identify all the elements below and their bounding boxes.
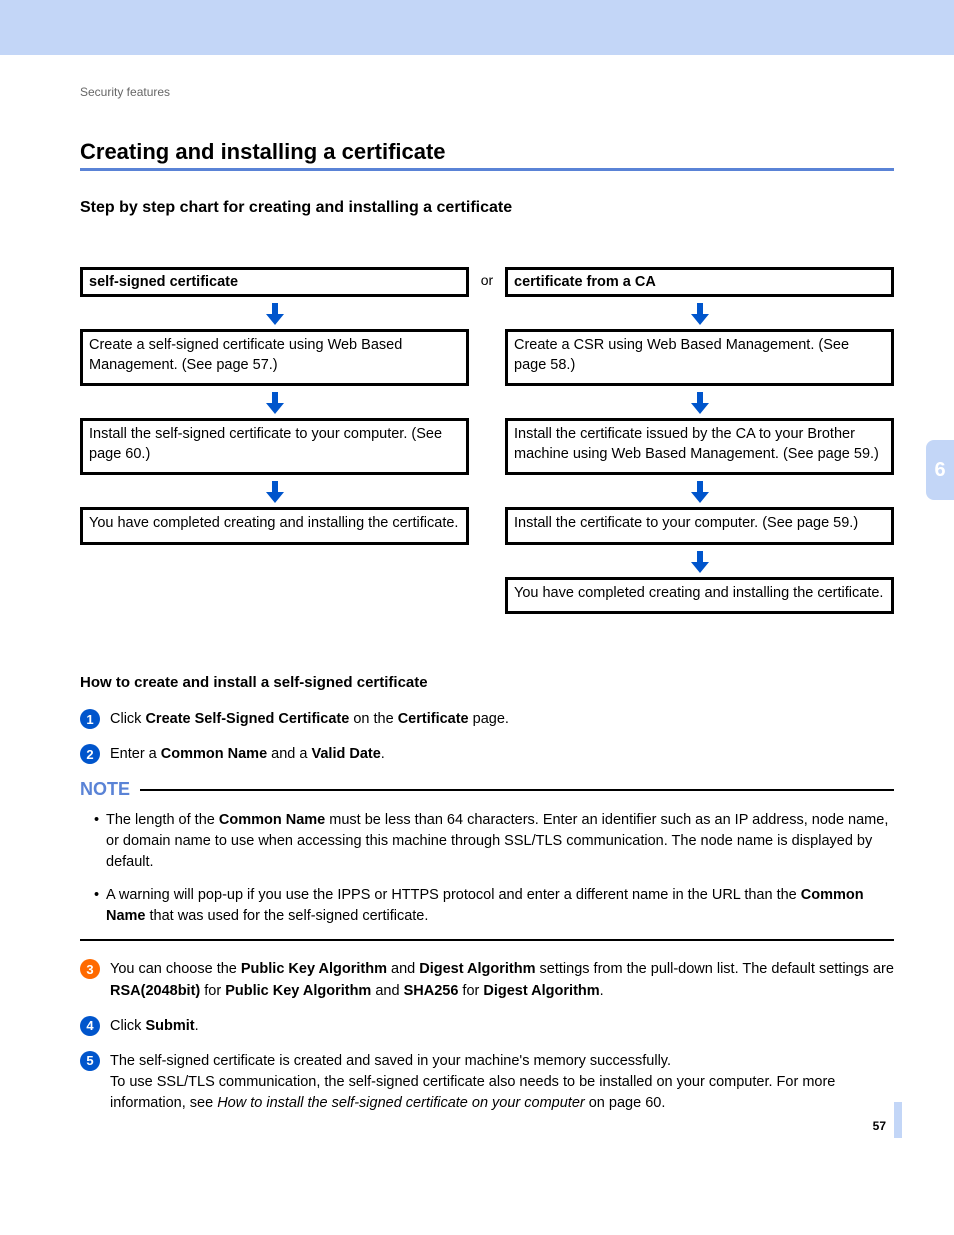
breadcrumb: Security features	[80, 85, 894, 99]
step-text: Enter a Common Name and a Valid Date.	[110, 744, 894, 765]
howto-title: How to create and install a self-signed …	[80, 674, 894, 691]
arrow-down-icon	[505, 545, 894, 577]
flowchart-left-column: self-signed certificate Create a self-si…	[80, 267, 469, 614]
flowchart-header-ca: certificate from a CA	[505, 267, 894, 297]
note-header: NOTE	[80, 779, 894, 800]
page-number: 57	[873, 1119, 886, 1133]
flowchart-step: Create a CSR using Web Based Management.…	[505, 329, 894, 386]
arrow-down-icon	[505, 386, 894, 418]
flowchart: self-signed certificate Create a self-si…	[80, 267, 894, 614]
arrow-down-icon	[505, 297, 894, 329]
flowchart-step: Create a self-signed certificate using W…	[80, 329, 469, 386]
top-banner	[0, 0, 954, 55]
note-item: The length of the Common Name must be le…	[94, 810, 894, 873]
step-3: 3 You can choose the Public Key Algorith…	[80, 959, 894, 1001]
divider	[80, 939, 894, 941]
arrow-down-icon	[505, 475, 894, 507]
chart-title: Step by step chart for creating and inst…	[80, 199, 894, 217]
flowchart-step: Install the certificate issued by the CA…	[505, 418, 894, 475]
arrow-down-icon	[80, 475, 469, 507]
step-number-icon: 4	[80, 1016, 100, 1036]
step-5: 5 The self-signed certificate is created…	[80, 1051, 894, 1114]
note-item: A warning will pop-up if you use the IPP…	[94, 885, 894, 927]
flowchart-step: You have completed creating and installi…	[80, 507, 469, 545]
step-number-icon: 5	[80, 1051, 100, 1071]
step-4: 4 Click Submit.	[80, 1016, 894, 1037]
or-separator: or	[469, 267, 505, 614]
page-footer: 57	[873, 1114, 902, 1138]
note-label: NOTE	[80, 779, 130, 800]
corner-accent	[894, 1102, 902, 1138]
note-list: The length of the Common Name must be le…	[94, 810, 894, 927]
step-number-icon: 2	[80, 744, 100, 764]
step-number-icon: 1	[80, 709, 100, 729]
step-text: The self-signed certificate is created a…	[110, 1051, 894, 1114]
step-1: 1 Click Create Self-Signed Certificate o…	[80, 709, 894, 730]
page-title: Creating and installing a certificate	[80, 139, 894, 165]
flowchart-header-self-signed: self-signed certificate	[80, 267, 469, 297]
flowchart-step: Install the certificate to your computer…	[505, 507, 894, 545]
divider	[140, 789, 894, 791]
flowchart-step: Install the self-signed certificate to y…	[80, 418, 469, 475]
step-text: Click Submit.	[110, 1016, 894, 1037]
flowchart-step: You have completed creating and installi…	[505, 577, 894, 615]
step-text: You can choose the Public Key Algorithm …	[110, 959, 894, 1001]
arrow-down-icon	[80, 386, 469, 418]
arrow-down-icon	[80, 297, 469, 329]
step-number-icon: 3	[80, 959, 100, 979]
step-text: Click Create Self-Signed Certificate on …	[110, 709, 894, 730]
title-underline	[80, 168, 894, 171]
step-2: 2 Enter a Common Name and a Valid Date.	[80, 744, 894, 765]
flowchart-right-column: certificate from a CA Create a CSR using…	[505, 267, 894, 614]
